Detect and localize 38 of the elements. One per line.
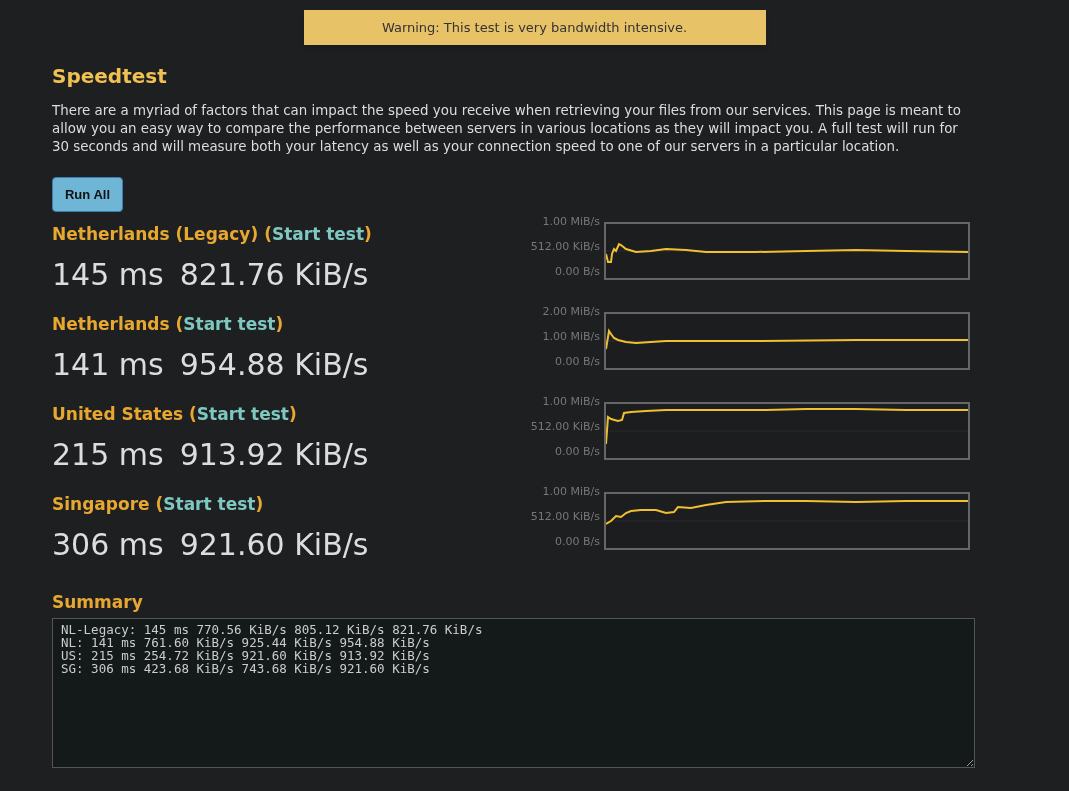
parenthesis: )	[288, 403, 297, 426]
server-name: Netherlands (Legacy) (	[52, 223, 272, 246]
server-name: Netherlands (	[52, 313, 184, 336]
start-test-link[interactable]: Start test	[163, 492, 256, 516]
latency-value: 306 ms	[52, 526, 164, 564]
speed-value: 954.88 KiB/s	[179, 346, 369, 384]
axis-label: 0.00 B/s	[555, 356, 600, 368]
axis-label: 1.00 MiB/s	[542, 331, 600, 343]
server-name: United States (	[52, 403, 197, 426]
speed-value: 913.92 KiB/s	[179, 436, 369, 474]
page-title: Speedtest	[52, 63, 168, 90]
axis-label: 0.00 B/s	[555, 446, 600, 458]
speed-value: 821.76 KiB/s	[179, 256, 369, 294]
parenthesis: )	[275, 313, 284, 336]
start-test-link[interactable]: Start test	[196, 402, 289, 426]
warning-banner: Warning: This test is very bandwidth intensive.	[303, 10, 766, 45]
run-all-button[interactable]: Run All	[52, 177, 123, 212]
latency-value: 141 ms	[52, 346, 164, 384]
axis-label: 0.00 B/s	[555, 536, 600, 548]
summary-textarea[interactable]: NL-Legacy: 145 ms 770.56 KiB/s 805.12 KiB/s 821.76 KiB/s NL: 141 ms 761.60 KiB/s 925.44 KiB/s 954.88 KiB/s US: 215 ms 254.72 KiB/s 921.60 KiB/s 913.92 KiB/s SG: 306 ms 423.68 KiB/s 743.68 KiB/s 921.60 KiB/s	[52, 618, 975, 768]
start-test-link[interactable]: Start test	[271, 222, 365, 246]
axis-label: 1.00 MiB/s	[542, 396, 600, 408]
axis-label: 512.00 KiB/s	[530, 511, 600, 523]
axis-label: 1.00 MiB/s	[542, 486, 600, 498]
axis-label: 512.00 KiB/s	[530, 421, 600, 433]
parenthesis: )	[255, 493, 264, 516]
axis-label: 512.00 KiB/s	[530, 241, 600, 253]
axis-label: 1.00 MiB/s	[542, 216, 600, 228]
axis-label: 2.00 MiB/s	[542, 306, 600, 318]
axis-label: 0.00 B/s	[555, 266, 600, 278]
summary-heading: Summary	[52, 591, 144, 614]
latency-value: 145 ms	[52, 256, 164, 294]
intro-paragraph: There are a myriad of factors that can impact the speed you receive when retrieving your files from our services. This page is meant to allow you an easy way to compare the performance between servers in various locations as they will impact you. A full test will run for 30 seconds and will measure both your latency as well as your connection speed to one of our servers in a particular location.	[52, 102, 962, 156]
latency-value: 215 ms	[52, 436, 164, 474]
parenthesis: )	[364, 223, 372, 246]
speed-value: 921.60 KiB/s	[179, 526, 369, 564]
start-test-link[interactable]: Start test	[183, 312, 276, 336]
server-name: Singapore (	[52, 493, 164, 516]
